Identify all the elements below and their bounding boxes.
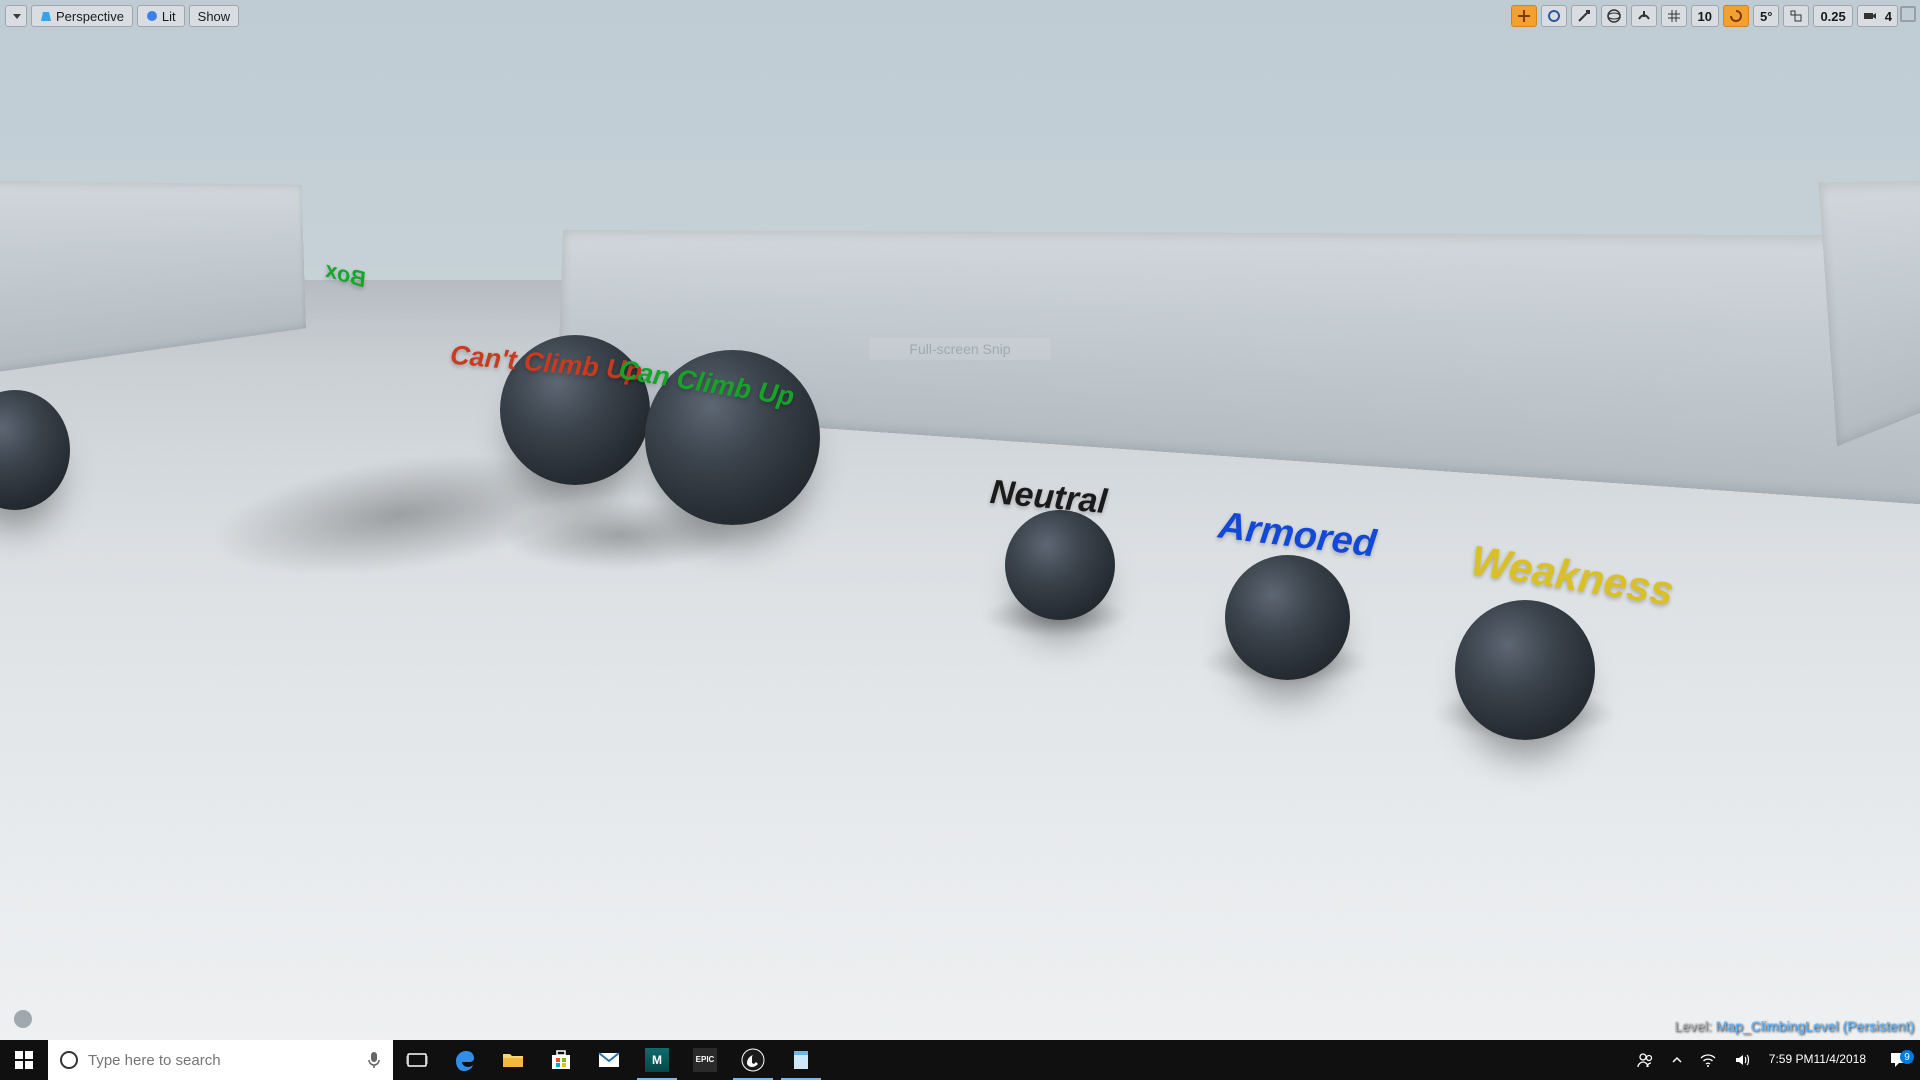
epic-games-icon: EPIC <box>693 1048 717 1072</box>
windows-logo-icon <box>15 1051 33 1069</box>
sphere-armored <box>1225 555 1350 680</box>
rotate-gizmo-icon <box>1547 9 1561 23</box>
people-button[interactable] <box>1629 1040 1663 1080</box>
file-explorer-app[interactable] <box>489 1040 537 1080</box>
people-icon <box>1637 1051 1655 1069</box>
task-view-icon <box>405 1048 429 1072</box>
world-local-toggle[interactable] <box>1601 5 1627 27</box>
grid-snap-icon <box>1667 9 1681 23</box>
speaker-icon <box>1733 1051 1751 1069</box>
microsoft-store-app[interactable] <box>537 1040 585 1080</box>
unreal-engine-app[interactable] <box>729 1040 777 1080</box>
notepad-app[interactable] <box>777 1040 825 1080</box>
microphone-icon[interactable] <box>367 1051 381 1069</box>
clock-date: 11/4/2018 <box>1814 1053 1867 1067</box>
view-mode-button[interactable]: Perspective <box>31 5 133 27</box>
camera-speed-icon <box>1863 10 1877 22</box>
file-explorer-icon <box>501 1048 525 1072</box>
windows-taskbar: M EPIC 7:59 PM 11/4/2018 9 <box>0 1040 1920 1080</box>
viewport-options-button[interactable] <box>5 5 27 27</box>
unreal-logo-watermark <box>14 1010 32 1028</box>
surface-snap-icon <box>1637 9 1651 23</box>
perspective-icon <box>40 10 52 22</box>
grid-snap-toggle[interactable] <box>1661 5 1687 27</box>
epic-games-app[interactable]: EPIC <box>681 1040 729 1080</box>
viewport-toolbar-left: Perspective Lit Show <box>5 5 239 27</box>
viewport-toolbar-right: 10 5° 0.25 4 <box>1511 5 1898 27</box>
clock-time: 7:59 PM <box>1769 1053 1814 1067</box>
edge-app[interactable] <box>441 1040 489 1080</box>
start-button[interactable] <box>0 1040 48 1080</box>
rotation-snap-icon <box>1729 9 1743 23</box>
edge-icon <box>453 1048 477 1072</box>
level-status-label: Level: <box>1674 1018 1711 1034</box>
level-status-text: Level: Map_ClimbingLevel (Persistent) <box>1674 1018 1914 1034</box>
rotate-tool-button[interactable] <box>1541 5 1567 27</box>
cortana-icon <box>60 1051 78 1069</box>
system-tray: 7:59 PM 11/4/2018 9 <box>1629 1040 1920 1080</box>
grid-snap-value[interactable]: 10 <box>1691 5 1719 27</box>
task-view-button[interactable] <box>393 1040 441 1080</box>
volume-tray-icon[interactable] <box>1725 1040 1759 1080</box>
snipping-tool-hint: Full-screen Snip <box>869 338 1050 360</box>
action-center-button[interactable]: 9 <box>1876 1050 1920 1070</box>
level-name-link[interactable]: Map_ClimbingLevel (Persistent) <box>1716 1018 1914 1034</box>
microsoft-store-icon <box>549 1048 573 1072</box>
wifi-tray-icon[interactable] <box>1691 1040 1725 1080</box>
translate-gizmo-icon <box>1517 9 1531 23</box>
rotation-snap-toggle[interactable] <box>1723 5 1749 27</box>
scene-3d: Box Can't Climb Up Can Climb Up Neutral … <box>0 0 1920 1040</box>
world-local-toggle-icon <box>1607 9 1621 23</box>
taskbar-search[interactable] <box>48 1040 393 1080</box>
surface-snap-toggle[interactable] <box>1631 5 1657 27</box>
view-mode-label: Perspective <box>56 10 124 23</box>
camera-speed-value: 4 <box>1885 10 1892 23</box>
taskbar-clock[interactable]: 7:59 PM 11/4/2018 <box>1759 1040 1876 1080</box>
scale-snap-icon <box>1789 9 1803 23</box>
lit-mode-label: Lit <box>162 10 176 23</box>
scale-snap-value[interactable]: 0.25 <box>1813 5 1852 27</box>
translate-tool-button[interactable] <box>1511 5 1537 27</box>
maximize-viewport-toggle[interactable] <box>1900 6 1916 22</box>
show-flags-label: Show <box>198 10 231 23</box>
notification-badge: 9 <box>1900 1050 1914 1064</box>
search-input[interactable] <box>88 1052 357 1069</box>
lit-mode-button[interactable]: Lit <box>137 5 185 27</box>
chevron-up-icon <box>1671 1054 1683 1066</box>
mail-icon <box>597 1048 621 1072</box>
notepad-icon <box>789 1048 813 1072</box>
mail-app[interactable] <box>585 1040 633 1080</box>
camera-speed-button[interactable]: 4 <box>1857 5 1898 27</box>
sphere-icon <box>146 10 158 22</box>
wifi-icon <box>1699 1051 1717 1069</box>
sphere-weakness <box>1455 600 1595 740</box>
unreal-engine-icon <box>741 1048 765 1072</box>
editor-viewport[interactable]: Box Can't Climb Up Can Climb Up Neutral … <box>0 0 1920 1040</box>
show-flags-button[interactable]: Show <box>189 5 240 27</box>
scale-tool-button[interactable] <box>1571 5 1597 27</box>
maya-icon: M <box>645 1048 669 1072</box>
sphere-neutral <box>1005 510 1115 620</box>
chevron-down-icon <box>13 14 21 19</box>
maya-app[interactable]: M <box>633 1040 681 1080</box>
wall-right <box>1819 180 1920 447</box>
scale-snap-toggle[interactable] <box>1783 5 1809 27</box>
rotation-snap-value[interactable]: 5° <box>1753 5 1779 27</box>
scale-gizmo-icon <box>1577 9 1591 23</box>
tray-overflow-button[interactable] <box>1663 1040 1691 1080</box>
